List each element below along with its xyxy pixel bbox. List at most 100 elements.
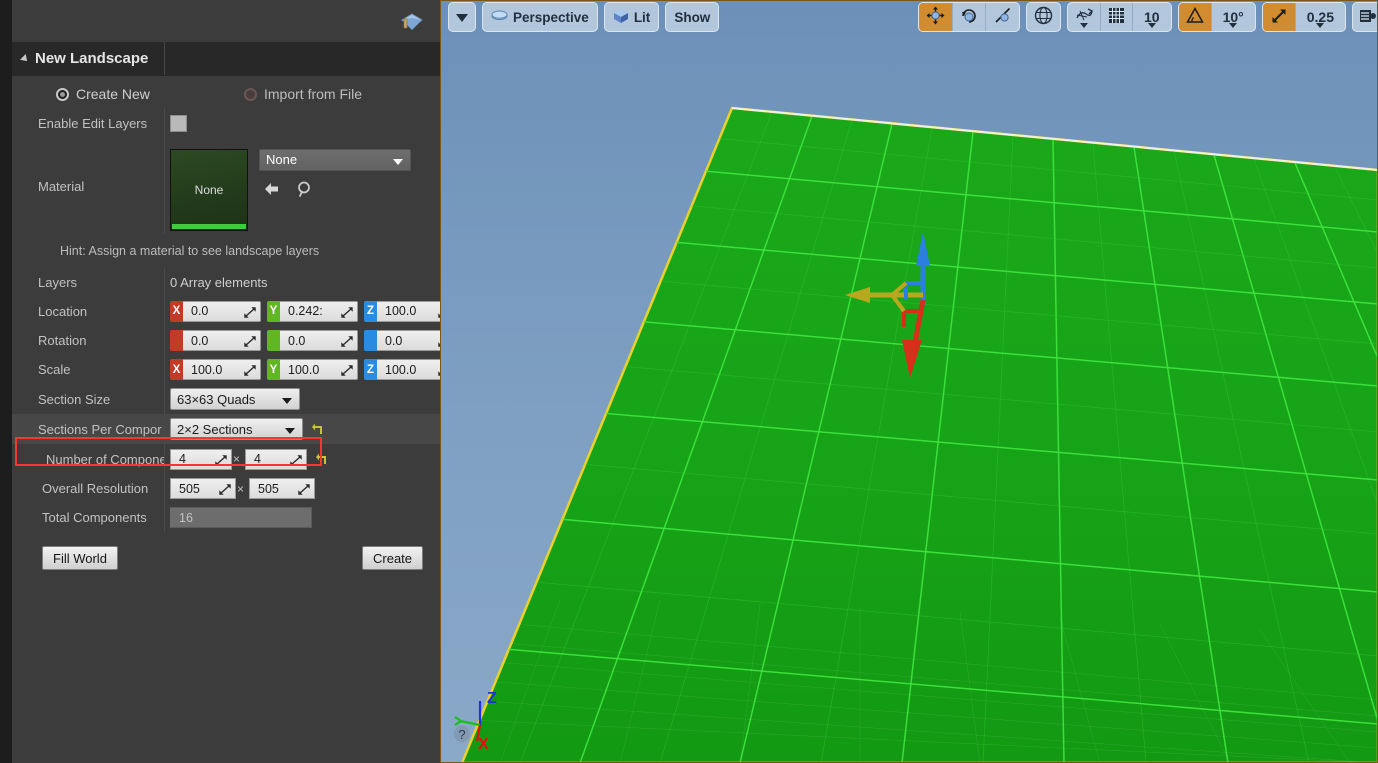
back-arrow-icon[interactable] xyxy=(262,179,282,199)
spinner-icon[interactable] xyxy=(215,454,227,467)
total-components-label: Total Components xyxy=(42,510,147,525)
gizmo-axis-x-label: X xyxy=(478,736,489,751)
coordinate-system-world[interactable] xyxy=(1027,3,1060,31)
chevron-down-icon[interactable] xyxy=(1229,23,1238,28)
browse-search-icon[interactable] xyxy=(295,179,315,199)
scale-x-value: 100.0 xyxy=(191,362,223,377)
landscape-mode-icon[interactable] xyxy=(398,7,426,35)
camera-mode-perspective[interactable]: Perspective xyxy=(483,3,597,31)
scale-y-field[interactable]: Y 100.0 xyxy=(267,359,358,380)
number-of-components-reset-icon[interactable] xyxy=(315,452,329,466)
overall-resolution-x-value: 505 xyxy=(179,481,200,496)
view-mode-lit[interactable]: Lit xyxy=(605,3,659,31)
section-size-label: Section Size xyxy=(38,391,111,407)
radio-create-new[interactable]: Create New xyxy=(56,80,150,108)
spinner-icon[interactable] xyxy=(341,306,353,319)
radio-import-from-file[interactable]: Import from File xyxy=(244,80,362,108)
create-button[interactable]: Create xyxy=(362,546,424,570)
rotation-z-input[interactable]: 0.0 xyxy=(377,330,440,351)
fill-world-button[interactable]: Fill World xyxy=(42,546,118,570)
overall-resolution-y-input[interactable]: 505 xyxy=(249,478,316,499)
material-thumbnail[interactable]: None xyxy=(170,148,248,231)
material-select[interactable]: None xyxy=(259,148,411,171)
scale-snap-value[interactable]: 0.25 xyxy=(1294,3,1345,31)
enable-edit-layers-label: Enable Edit Layers xyxy=(38,115,148,131)
location-x-input[interactable]: 0.0 xyxy=(183,300,261,322)
chevron-down-icon[interactable] xyxy=(1316,23,1325,28)
spinner-icon[interactable] xyxy=(341,335,353,348)
sections-per-component-label: Sections Per Compor xyxy=(38,421,162,437)
grid-snap-value[interactable]: 10 xyxy=(1132,3,1171,31)
surface-snapping[interactable] xyxy=(1068,3,1100,31)
sections-per-component-reset-icon[interactable] xyxy=(311,422,325,436)
viewport-options-menu[interactable] xyxy=(449,3,475,31)
rotation-z-field[interactable]: Z 0.0 xyxy=(364,330,440,351)
rotation-x-field[interactable]: X 0.0 xyxy=(170,330,261,351)
cube-icon xyxy=(613,8,629,27)
scale-x-field[interactable]: X 100.0 xyxy=(170,359,261,380)
scale-snap-toggle[interactable] xyxy=(1262,3,1295,31)
rotation-y-value: 0.0 xyxy=(288,333,306,348)
enable-edit-layers-checkbox[interactable] xyxy=(170,114,187,132)
view-mode-label: Lit xyxy=(633,9,651,25)
rotation-x-input[interactable]: 0.0 xyxy=(183,330,261,351)
location-z-field[interactable]: Z 100.0 xyxy=(364,300,440,322)
number-of-components-x-input[interactable]: 4 xyxy=(170,448,232,470)
chevron-down-icon[interactable] xyxy=(1080,23,1088,28)
total-components-value: 16 xyxy=(170,507,312,528)
viewport-options-group xyxy=(448,2,476,32)
scale-snap-group: 0.25 xyxy=(1261,2,1346,32)
row-layers: Layers 0 Array elements xyxy=(12,268,440,296)
move-icon xyxy=(926,6,945,28)
grid-snap-toggle[interactable] xyxy=(1100,3,1132,31)
level-viewport[interactable]: Perspective Lit Show 10 10° 0.25 Z X ? xyxy=(440,0,1378,763)
location-x-field[interactable]: X 0.0 xyxy=(170,300,261,322)
scale-y-input[interactable]: 100.0 xyxy=(280,359,358,380)
column-divider xyxy=(164,444,165,474)
angle-snap-value[interactable]: 10° xyxy=(1210,3,1255,31)
number-of-components-y-input[interactable]: 4 xyxy=(245,448,308,470)
camera-icon xyxy=(491,9,508,26)
transform-scale[interactable] xyxy=(985,3,1019,31)
material-label: Material xyxy=(38,178,85,194)
spinner-icon[interactable] xyxy=(298,483,310,496)
location-y-input[interactable]: 0.242: xyxy=(280,300,358,322)
spinner-icon[interactable] xyxy=(244,306,256,319)
rotation-y-input[interactable]: 0.0 xyxy=(280,330,358,351)
chevron-down-icon[interactable] xyxy=(1147,23,1156,28)
show-menu[interactable]: Show xyxy=(666,3,718,31)
sections-per-component-select[interactable]: 2×2 Sections xyxy=(170,418,303,440)
transform-rotate[interactable] xyxy=(952,3,985,31)
radio-create-new-label: Create New xyxy=(76,86,150,102)
landscape-surface[interactable] xyxy=(460,106,1378,763)
spinner-icon[interactable] xyxy=(341,364,353,377)
column-divider xyxy=(164,474,165,503)
viewport-toolbar-left: Perspective Lit Show xyxy=(448,2,720,32)
gizmo-axis-z-label: Z xyxy=(487,690,497,707)
new-landscape-section-header[interactable]: New Landscape xyxy=(12,42,440,76)
spinner-icon[interactable] xyxy=(244,364,256,377)
chevron-down-icon xyxy=(282,398,292,404)
header-divider xyxy=(164,42,165,75)
camera-speed[interactable] xyxy=(1353,3,1378,31)
scale-z-field[interactable]: Z 100.0 xyxy=(364,359,440,380)
rotation-y-field[interactable]: Y 0.0 xyxy=(267,330,358,351)
help-icon[interactable]: ? xyxy=(458,727,465,742)
spinner-icon[interactable] xyxy=(290,454,302,467)
rotation-x-value: 0.0 xyxy=(191,333,209,348)
scale-z-input[interactable]: 100.0 xyxy=(377,359,440,380)
location-z-input[interactable]: 100.0 xyxy=(377,300,440,322)
scale-x-input[interactable]: 100.0 xyxy=(183,359,261,380)
spinner-icon[interactable] xyxy=(244,335,256,348)
unreal-editor-window: New Landscape Create New Import from Fil… xyxy=(0,0,1378,763)
landscape-mesh[interactable] xyxy=(440,0,1378,763)
overall-resolution-x-input[interactable]: 505 xyxy=(170,478,236,499)
collapse-triangle-icon[interactable] xyxy=(20,53,30,64)
angle-snap-toggle[interactable] xyxy=(1178,3,1211,31)
row-number-of-components: Number of Compone 4 × 4 xyxy=(12,444,440,474)
layers-value: 0 Array elements xyxy=(170,274,268,290)
location-y-field[interactable]: Y 0.242: xyxy=(267,300,358,322)
spinner-icon[interactable] xyxy=(219,483,231,496)
section-size-select[interactable]: 63×63 Quads xyxy=(170,388,300,410)
transform-translate[interactable] xyxy=(919,3,952,31)
